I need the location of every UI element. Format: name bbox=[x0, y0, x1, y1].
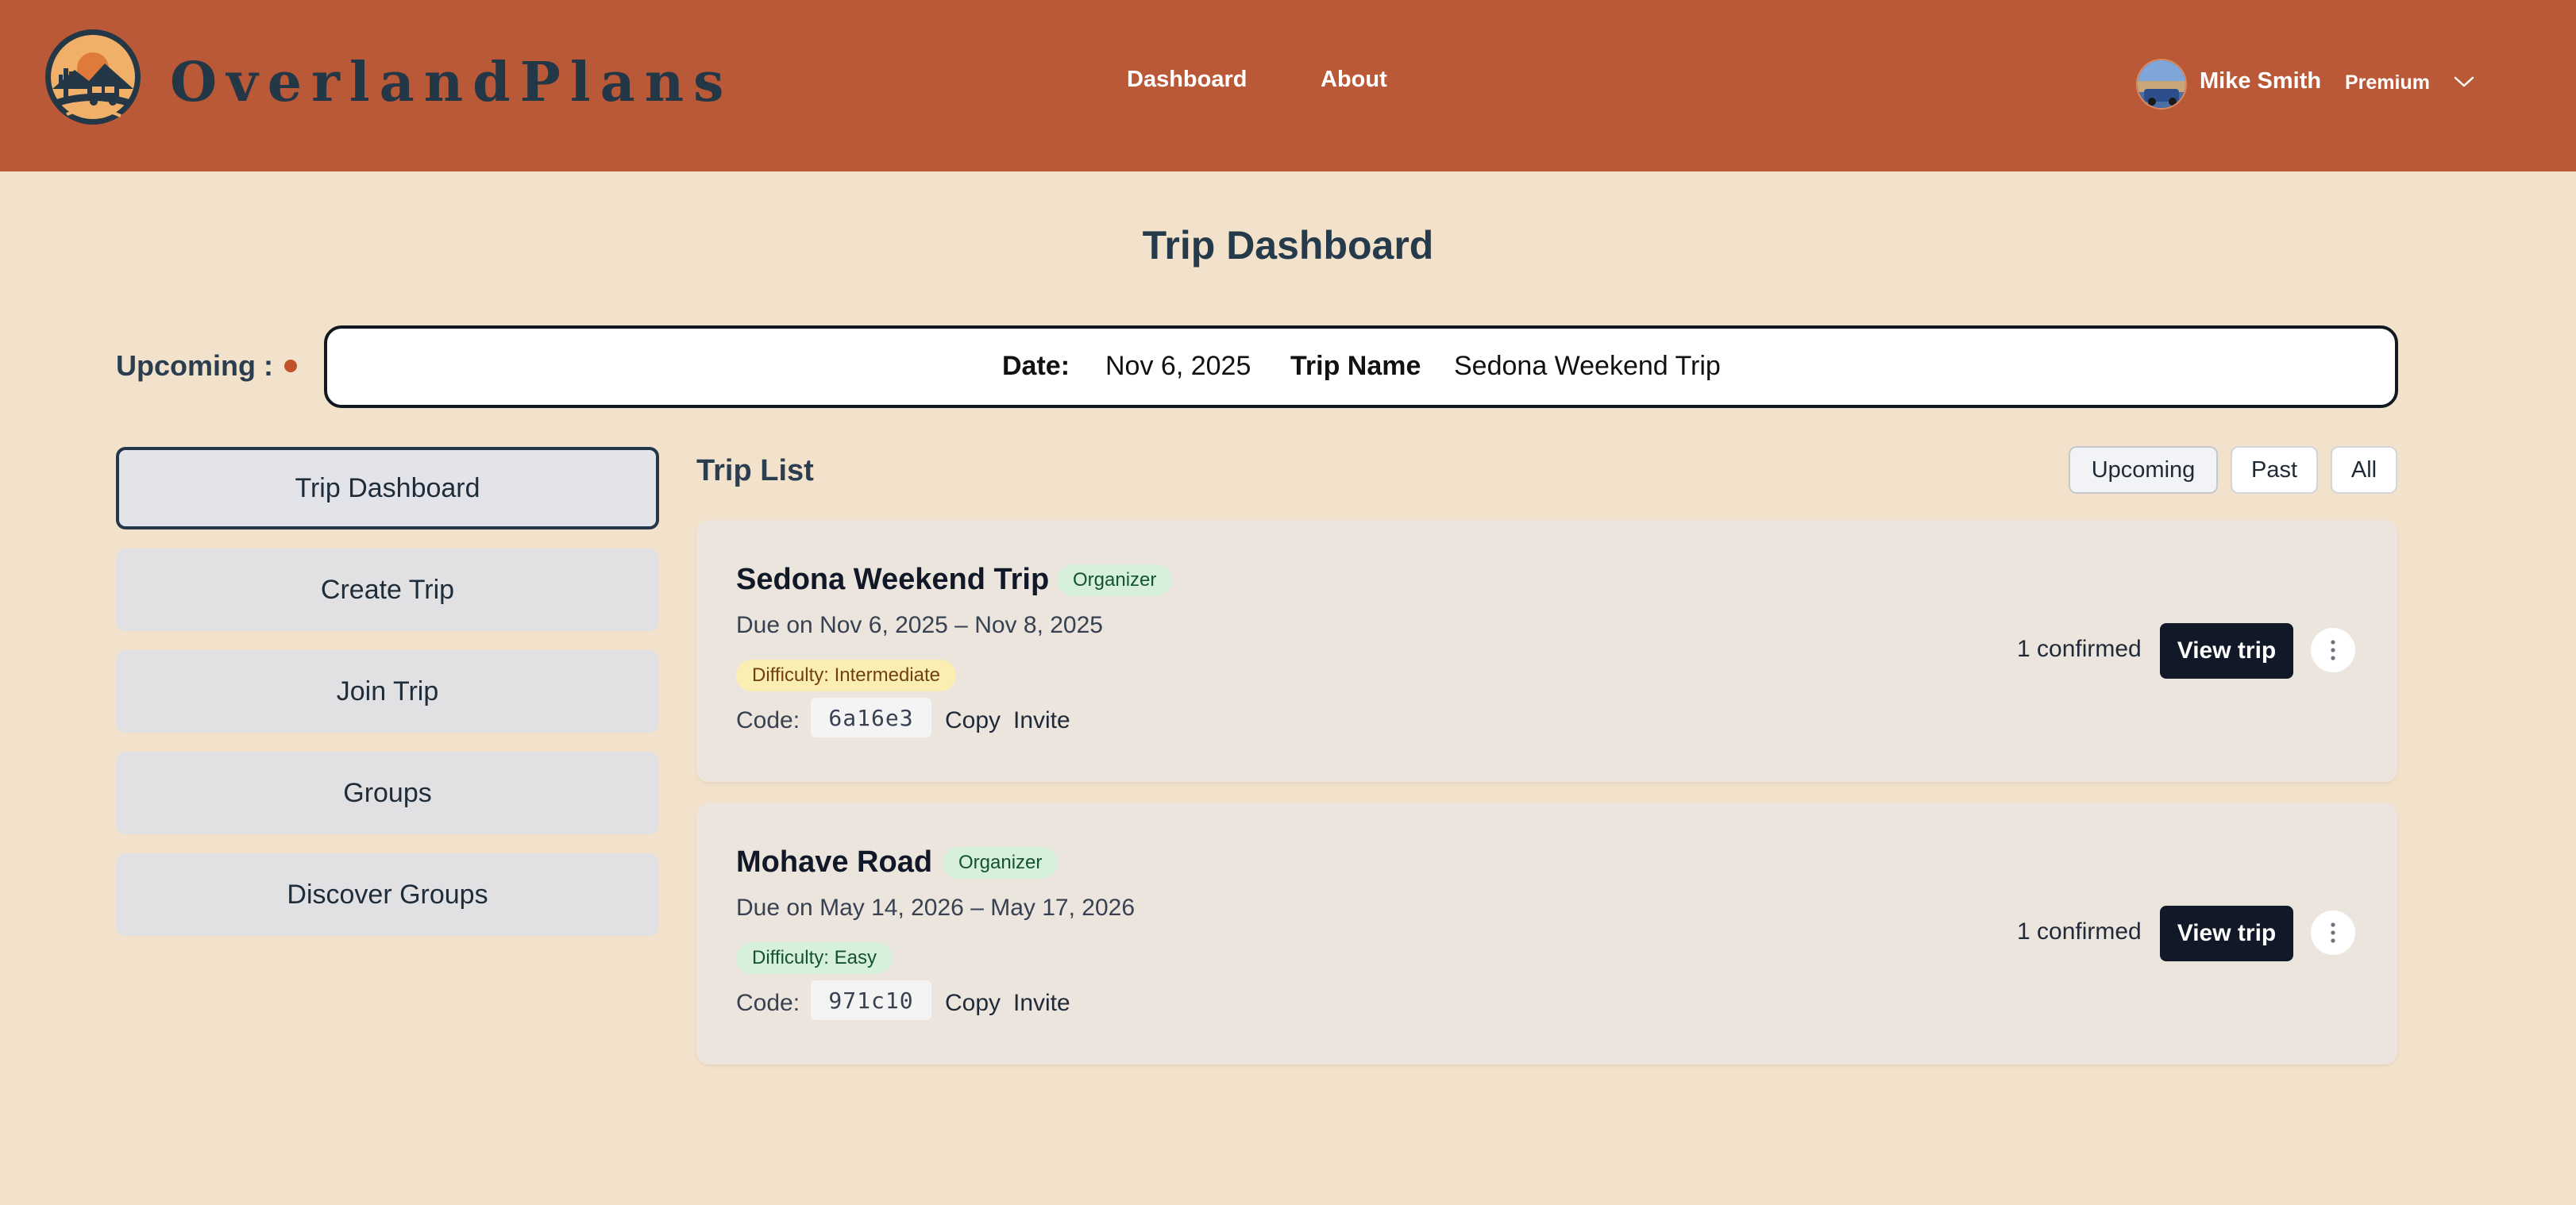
difficulty-badge: Difficulty: Easy bbox=[736, 942, 893, 974]
upcoming-date-label: Date: bbox=[1002, 351, 1070, 381]
invite-button[interactable]: Invite bbox=[1013, 709, 1070, 733]
user-name[interactable]: Mike Smith bbox=[2200, 70, 2321, 93]
copy-code-button[interactable]: Copy bbox=[945, 709, 1001, 733]
filter-past-button[interactable]: Past bbox=[2231, 446, 2318, 494]
confirmed-count: 1 confirmed bbox=[2017, 636, 2142, 662]
nav-dashboard-link[interactable]: Dashboard bbox=[1127, 68, 1247, 91]
trip-card: Mohave Road Organizer Due on May 14, 202… bbox=[696, 803, 2397, 1064]
upcoming-label: Upcoming : bbox=[116, 349, 273, 382]
trip-dates: Due on May 14, 2026 – May 17, 2026 bbox=[736, 895, 1136, 921]
sidebar-item-trip-dashboard[interactable]: Trip Dashboard bbox=[116, 447, 659, 529]
role-badge: Organizer bbox=[1057, 564, 1173, 596]
user-plan-badge: Premium bbox=[2345, 71, 2430, 94]
user-avatar[interactable] bbox=[2136, 59, 2187, 110]
invite-button[interactable]: Invite bbox=[1013, 991, 1070, 1015]
code-label: Code: bbox=[736, 707, 800, 733]
confirmed-count: 1 confirmed bbox=[2017, 918, 2142, 945]
trip-code: 6a16e3 bbox=[811, 698, 931, 737]
trip-name[interactable]: Sedona Weekend Trip bbox=[736, 564, 1049, 595]
trip-name[interactable]: Mohave Road bbox=[736, 847, 932, 877]
sidebar-item-groups[interactable]: Groups bbox=[116, 752, 659, 834]
top-header: OverlandPlans Dashboard About Mike Smith… bbox=[0, 0, 2576, 171]
page-title: Trip Dashboard bbox=[1142, 223, 1434, 268]
code-label: Code: bbox=[736, 990, 800, 1016]
trip-code: 971c10 bbox=[811, 980, 931, 1020]
trip-dates: Due on Nov 6, 2025 – Nov 8, 2025 bbox=[736, 612, 1103, 638]
view-trip-button[interactable]: View trip bbox=[2160, 623, 2293, 679]
brand-name[interactable]: OverlandPlans bbox=[170, 56, 733, 110]
view-trip-button[interactable]: View trip bbox=[2160, 906, 2293, 961]
chevron-down-icon[interactable] bbox=[2452, 73, 2476, 90]
filter-upcoming-button[interactable]: Upcoming bbox=[2069, 446, 2218, 494]
sidebar-item-create-trip[interactable]: Create Trip bbox=[116, 549, 659, 631]
overland-logo-icon[interactable] bbox=[43, 27, 143, 127]
more-vertical-icon[interactable] bbox=[2311, 628, 2355, 672]
nav-about-link[interactable]: About bbox=[1321, 68, 1387, 91]
copy-code-button[interactable]: Copy bbox=[945, 991, 1001, 1015]
upcoming-date-value: Nov 6, 2025 bbox=[1105, 351, 1251, 381]
role-badge: Organizer bbox=[943, 847, 1059, 879]
status-dot bbox=[284, 360, 297, 372]
trip-card: Sedona Weekend Trip Organizer Due on Nov… bbox=[696, 520, 2397, 782]
upcoming-trip-name-value: Sedona Weekend Trip bbox=[1454, 351, 1721, 381]
sidebar-item-join-trip[interactable]: Join Trip bbox=[116, 650, 659, 733]
difficulty-badge: Difficulty: Intermediate bbox=[736, 660, 956, 691]
trip-list-title: Trip List bbox=[696, 454, 814, 487]
more-vertical-icon[interactable] bbox=[2311, 910, 2355, 955]
upcoming-trip-name-label: Trip Name bbox=[1290, 351, 1421, 381]
filter-all-button[interactable]: All bbox=[2331, 446, 2397, 494]
sidebar-item-discover-groups[interactable]: Discover Groups bbox=[116, 853, 659, 936]
